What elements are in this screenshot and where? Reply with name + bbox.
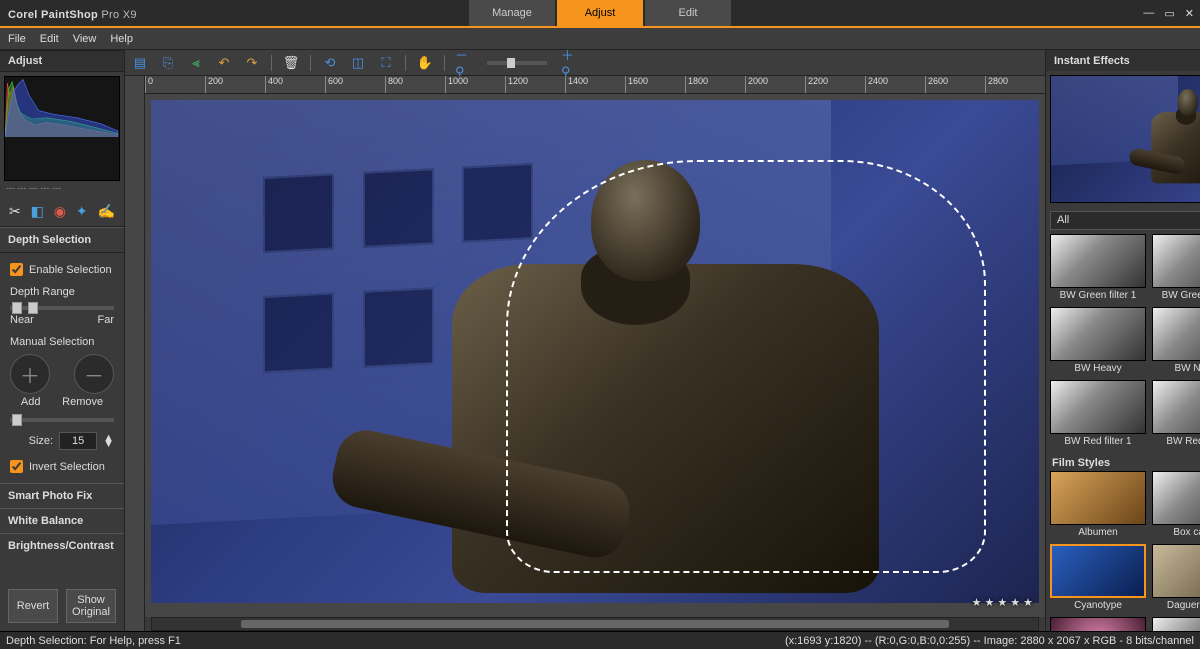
close-icon[interactable]: ✕ [1185, 7, 1194, 20]
manual-add-button[interactable]: ＋ [10, 354, 50, 394]
save-as-icon[interactable]: ⎘ [159, 54, 177, 72]
zoom-slider[interactable] [487, 61, 547, 65]
instant-effects-panel: Instant Effects ▾ ◧ ✕ All BW Green filte… [1045, 50, 1200, 631]
thumb-bw-red-2[interactable]: BW Red filter 2 [1152, 380, 1200, 451]
horizontal-scrollbar[interactable] [151, 617, 1039, 631]
star-icon[interactable]: ★ [972, 596, 982, 609]
thumb-bw-heavy[interactable]: BW Heavy [1050, 307, 1146, 378]
manual-remove-button[interactable]: － [74, 354, 114, 394]
adjust-tool-strip: ✂ ◧ ◉ ✦ ✍ [0, 197, 124, 227]
menu-help[interactable]: Help [110, 33, 133, 45]
histogram-ticks: --- --- --- --- --- [0, 183, 124, 193]
restore-icon[interactable]: ▭ [1164, 7, 1174, 20]
title-bar: Corel PaintShop Pro X9 Manage Adjust Edi… [0, 0, 1200, 26]
star-icon[interactable]: ★ [1010, 596, 1020, 609]
zoom-out-icon[interactable]: －⚲ [455, 54, 473, 72]
delete-icon[interactable]: 🗑 [282, 54, 300, 72]
tab-adjust[interactable]: Adjust [557, 0, 643, 26]
brush-size-slider[interactable] [10, 418, 114, 422]
rotate-left-icon[interactable]: ⟲ [321, 54, 339, 72]
toolbar: ▤ ⎘ ⪡ ↶ ↷ 🗑 ⟲ ◫ ⛶ ✋ －⚲ ＋⚲ [125, 50, 1045, 76]
film-styles-header: Film Styles [1050, 453, 1200, 471]
star-icon[interactable]: ★ [985, 596, 995, 609]
depth-range-label: Depth Range [10, 280, 114, 298]
invert-selection-checkbox[interactable]: Invert Selection [10, 456, 114, 477]
size-input[interactable] [59, 432, 97, 450]
enable-selection-input[interactable] [10, 263, 23, 276]
thumb-extra-1[interactable] [1050, 617, 1146, 631]
thumb-bw-green-2[interactable]: BW Green filter 2 [1152, 234, 1200, 305]
share-icon[interactable]: ⪡ [187, 54, 205, 72]
fit-screen-icon[interactable]: ⛶ [377, 54, 395, 72]
status-help-text: Depth Selection: For Help, press F1 [6, 635, 181, 647]
undo-icon[interactable]: ↶ [215, 54, 233, 72]
redo-icon[interactable]: ↷ [243, 54, 261, 72]
pan-icon[interactable]: ✋ [416, 54, 434, 72]
white-balance-header[interactable]: White Balance [0, 508, 124, 533]
brush-size-thumb[interactable] [12, 414, 22, 426]
thumb-box-camera[interactable]: Box camera [1152, 471, 1200, 542]
size-label: Size: [29, 435, 53, 447]
straighten-icon[interactable]: ◧ [31, 203, 44, 220]
tab-manage[interactable]: Manage [469, 0, 555, 26]
crop-icon[interactable]: ✂ [9, 203, 21, 220]
marching-ants-selection [506, 160, 986, 572]
invert-selection-label: Invert Selection [29, 461, 105, 473]
thumb-bw-green-1[interactable]: BW Green filter 1 [1050, 234, 1146, 305]
invert-selection-input[interactable] [10, 460, 23, 473]
depth-far-label: Far [98, 314, 115, 326]
menu-file[interactable]: File [8, 33, 26, 45]
enable-selection-checkbox[interactable]: Enable Selection [10, 259, 114, 280]
manual-add-label: Add [21, 396, 41, 408]
thumb-cyanotype[interactable]: Cyanotype [1050, 544, 1146, 615]
redeye-icon[interactable]: ◉ [54, 203, 66, 220]
tab-edit[interactable]: Edit [645, 0, 731, 26]
effects-category-dropdown[interactable]: All [1050, 211, 1200, 230]
minimize-icon[interactable]: — [1143, 7, 1154, 20]
thumb-bw-normal[interactable]: BW Normal [1152, 307, 1200, 378]
thumb-albumen[interactable]: Albumen [1050, 471, 1146, 542]
zoom-in-icon[interactable]: ＋⚲ [561, 54, 579, 72]
revert-button[interactable]: Revert [8, 589, 58, 623]
depth-range-near-thumb[interactable] [12, 302, 22, 314]
manual-remove-label: Remove [62, 396, 103, 408]
status-image-info: (x:1693 y:1820) -- (R:0,G:0,B:0,0:255) -… [785, 635, 1194, 647]
rating-stars[interactable]: ★ ★ ★ ★ ★ [972, 596, 1033, 609]
mode-tabs: Manage Adjust Edit [468, 0, 732, 26]
star-icon[interactable]: ★ [997, 596, 1007, 609]
size-spinner[interactable]: ▲▼ [103, 435, 114, 447]
status-bar: Depth Selection: For Help, press F1 (x:1… [0, 631, 1200, 649]
depth-range-far-thumb[interactable] [28, 302, 38, 314]
menu-edit[interactable]: Edit [40, 33, 59, 45]
image-preview [151, 100, 1039, 603]
brightness-contrast-header[interactable]: Brightness/Contrast [0, 533, 124, 558]
depth-selection-header[interactable]: Depth Selection [0, 227, 124, 253]
thumb-extra-2[interactable] [1152, 617, 1200, 631]
star-icon[interactable]: ★ [1023, 596, 1033, 609]
clone-icon[interactable]: ✍ [98, 203, 115, 220]
canvas[interactable]: ★ ★ ★ ★ ★ [145, 94, 1045, 617]
workspace: ▤ ⎘ ⪡ ↶ ↷ 🗑 ⟲ ◫ ⛶ ✋ －⚲ ＋⚲ 02004006008001… [125, 50, 1045, 631]
actual-size-icon[interactable]: ◫ [349, 54, 367, 72]
instant-effects-title: Instant Effects [1054, 55, 1130, 67]
effect-preview [1050, 75, 1200, 203]
manual-selection-label: Manual Selection [10, 326, 114, 348]
makeover-icon[interactable]: ✦ [76, 203, 88, 220]
menu-view[interactable]: View [73, 33, 97, 45]
thumb-daguerreotype[interactable]: Daguerreotype [1152, 544, 1200, 615]
enable-selection-label: Enable Selection [29, 264, 112, 276]
smart-photo-fix-header[interactable]: Smart Photo Fix [0, 483, 124, 508]
adjust-panel: Adjust --- --- --- --- --- ✂ ◧ ◉ ✦ ✍ Dep… [0, 50, 125, 631]
histogram[interactable] [4, 76, 120, 181]
depth-near-label: Near [10, 314, 34, 326]
app-title: Corel PaintShop Pro X9 [0, 5, 137, 21]
show-original-button[interactable]: Show Original [66, 589, 116, 623]
menu-bar: File Edit View Help [0, 28, 1200, 50]
adjust-panel-title[interactable]: Adjust [0, 50, 124, 72]
horizontal-ruler: 0200400600800100012001400160018002000220… [145, 76, 1045, 94]
depth-range-slider[interactable] [10, 306, 114, 310]
vertical-ruler [125, 76, 145, 631]
save-icon[interactable]: ▤ [131, 54, 149, 72]
thumb-bw-red-1[interactable]: BW Red filter 1 [1050, 380, 1146, 451]
